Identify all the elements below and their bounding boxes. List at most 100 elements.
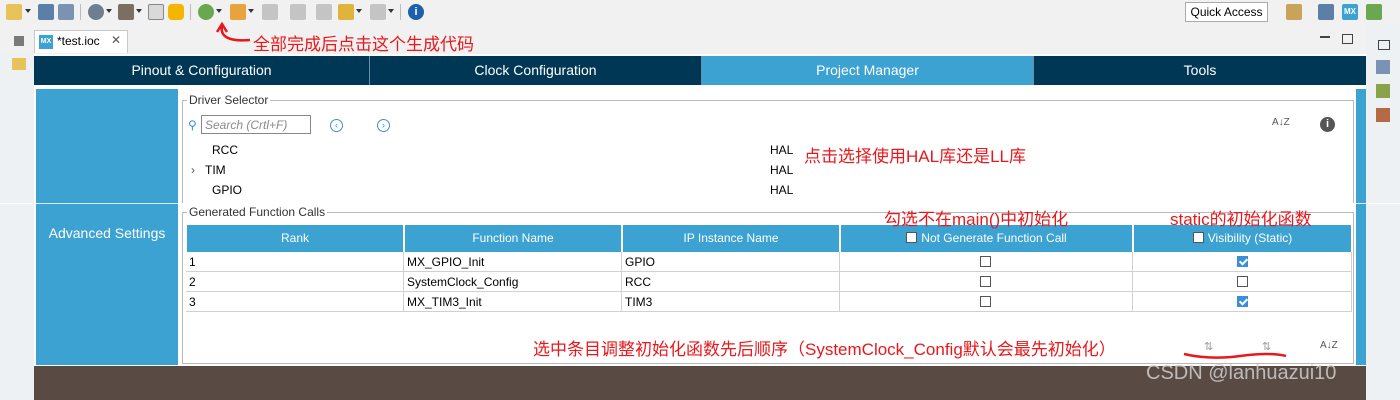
driver-selector-legend: Driver Selector (187, 93, 271, 107)
toolbar-separator (400, 4, 401, 20)
pencil-icon[interactable] (230, 4, 246, 20)
binary-icon[interactable] (148, 4, 164, 20)
main-nav-tabs: Pinout & Configuration Clock Configurati… (34, 56, 1366, 85)
col-header-function-name[interactable]: Function Name (405, 225, 621, 252)
driver-search-input[interactable]: Search (Crtl+F) (201, 115, 311, 134)
cell-ip-instance[interactable]: RCC (622, 272, 840, 292)
driver-selector-group (182, 100, 1354, 203)
driver-row-name[interactable]: GPIO (212, 183, 242, 197)
save-icon[interactable] (38, 4, 54, 20)
cell-function-name[interactable]: MX_TIM3_Init (404, 292, 622, 312)
mx-file-icon: MX (39, 35, 53, 49)
visibility-all-checkbox[interactable] (1192, 232, 1204, 243)
debug-dropdown-caret[interactable] (216, 9, 222, 13)
last-edit-icon[interactable] (316, 4, 332, 20)
tab-tools[interactable]: Tools (1034, 56, 1366, 85)
driver-row-name[interactable]: RCC (212, 143, 238, 157)
tab-project-manager[interactable]: Project Manager (702, 56, 1033, 85)
minimize-editor-icon[interactable] (1320, 36, 1330, 38)
back-dropdown-caret[interactable] (356, 9, 362, 13)
debug-icon[interactable] (198, 4, 214, 20)
category-panel: Advanced Settings (36, 89, 178, 365)
driver-row-value[interactable]: HAL (770, 183, 793, 197)
cell-rank[interactable]: 1 (186, 252, 404, 272)
toolbar-separator (190, 4, 191, 20)
annotation-order: 选中条目调整初始化函数先后顺序（SystemClock_Config默认会最先初… (533, 340, 1116, 359)
static-checkbox[interactable] (1237, 276, 1248, 287)
tab-label: *test.ioc (57, 34, 100, 48)
next-annotation-icon[interactable] (262, 4, 278, 20)
driver-row-value[interactable]: HAL (770, 163, 793, 177)
quick-access-field[interactable]: Quick Access (1185, 2, 1268, 22)
col-header-rank[interactable]: Rank (187, 225, 403, 252)
cell-function-name[interactable]: MX_GPIO_Init (404, 252, 622, 272)
tab-pinout-configuration[interactable]: Pinout & Configuration (34, 56, 369, 85)
cell-ip-instance[interactable]: TIM3 (622, 292, 840, 312)
sort-alpha-icon[interactable]: A↓Z (1272, 117, 1290, 128)
toolbar-separator (80, 4, 81, 20)
cell-ip-instance[interactable]: GPIO (622, 252, 840, 272)
annotation-static-init: static的初始化函数 (1170, 210, 1312, 229)
cell-rank[interactable]: 2 (186, 272, 404, 292)
panel-right-border (1356, 89, 1366, 365)
search-prev-icon[interactable]: ‹ (330, 119, 343, 132)
annotation-not-in-main: 勾选不在main()中初始化 (884, 210, 1069, 229)
chevron-right-icon[interactable]: › (191, 163, 195, 177)
open-perspective-icon[interactable] (1286, 4, 1302, 20)
settings-dropdown-caret[interactable] (106, 9, 112, 13)
prev-annotation-icon[interactable] (290, 4, 306, 20)
tab-clock-configuration[interactable]: Clock Configuration (370, 56, 701, 85)
pencil-dropdown-caret[interactable] (248, 9, 254, 13)
info-help-icon[interactable]: i (1320, 117, 1335, 132)
hammer-build-icon[interactable] (118, 4, 134, 20)
maximize-editor-icon[interactable] (1342, 34, 1353, 44)
screenshot-seam (0, 203, 1400, 204)
driver-row-name[interactable]: TIM (205, 163, 226, 177)
static-stack-icon[interactable] (1376, 108, 1390, 122)
perspective-cpp-icon[interactable] (1318, 4, 1334, 20)
static-checkbox[interactable] (1237, 296, 1248, 307)
annotation-underline (1183, 352, 1287, 359)
outline-view-icon[interactable] (1376, 60, 1390, 74)
advanced-settings-label[interactable]: Advanced Settings (36, 225, 178, 241)
build-analyzer-icon[interactable] (1376, 84, 1390, 98)
new-dropdown-caret[interactable] (25, 9, 31, 13)
not-generate-checkbox[interactable] (980, 276, 991, 287)
restore-view-icon[interactable] (1378, 40, 1390, 50)
annotation-arrow (215, 22, 251, 42)
editor-tab-bar (0, 24, 1400, 54)
project-explorer-icon[interactable] (12, 58, 26, 70)
annotation-generate-code: 全部完成后点击这个生成代码 (253, 35, 474, 54)
forward-dropdown-caret[interactable] (388, 9, 394, 13)
left-trim-stack (0, 54, 34, 400)
settings-icon[interactable] (88, 4, 104, 20)
static-checkbox[interactable] (1237, 256, 1248, 267)
col-header-ip-instance[interactable]: IP Instance Name (623, 225, 839, 252)
not-generate-header-label: Not Generate Function Call (921, 231, 1067, 245)
annotation-hal-or-ll: 点击选择使用HAL库还是LL库 (804, 147, 1026, 166)
cell-function-name[interactable]: SystemClock_Config (404, 272, 622, 292)
search-next-icon[interactable]: › (377, 119, 390, 132)
main-toolbar: i Quick Access MX (0, 0, 1400, 25)
back-arrow-icon[interactable] (338, 4, 354, 20)
sort-rank-icon[interactable]: A↓Z (1320, 340, 1338, 351)
not-generate-checkbox[interactable] (980, 296, 991, 307)
not-generate-checkbox[interactable] (980, 256, 991, 267)
cell-rank[interactable]: 3 (186, 292, 404, 312)
close-icon[interactable]: ✕ (111, 33, 121, 47)
visibility-header-label: Visibility (Static) (1207, 231, 1293, 245)
perspective-debug-icon[interactable] (1366, 4, 1382, 20)
not-generate-all-checkbox[interactable] (906, 232, 918, 243)
build-dropdown-caret[interactable] (136, 9, 142, 13)
perspective-mx-icon[interactable]: MX (1342, 4, 1358, 20)
new-file-icon[interactable] (6, 4, 22, 20)
minimize-view-icon[interactable] (14, 36, 24, 46)
generated-calls-legend: Generated Function Calls (187, 205, 328, 219)
driver-row-value[interactable]: HAL (770, 143, 793, 157)
forward-arrow-icon[interactable] (370, 4, 386, 20)
info-icon[interactable]: i (408, 4, 424, 20)
right-trim-stack (1366, 24, 1400, 400)
tab-test-ioc[interactable]: MX *test.ioc ✕ (34, 30, 128, 53)
save-all-icon[interactable] (58, 4, 74, 20)
generate-code-icon[interactable] (168, 4, 184, 20)
